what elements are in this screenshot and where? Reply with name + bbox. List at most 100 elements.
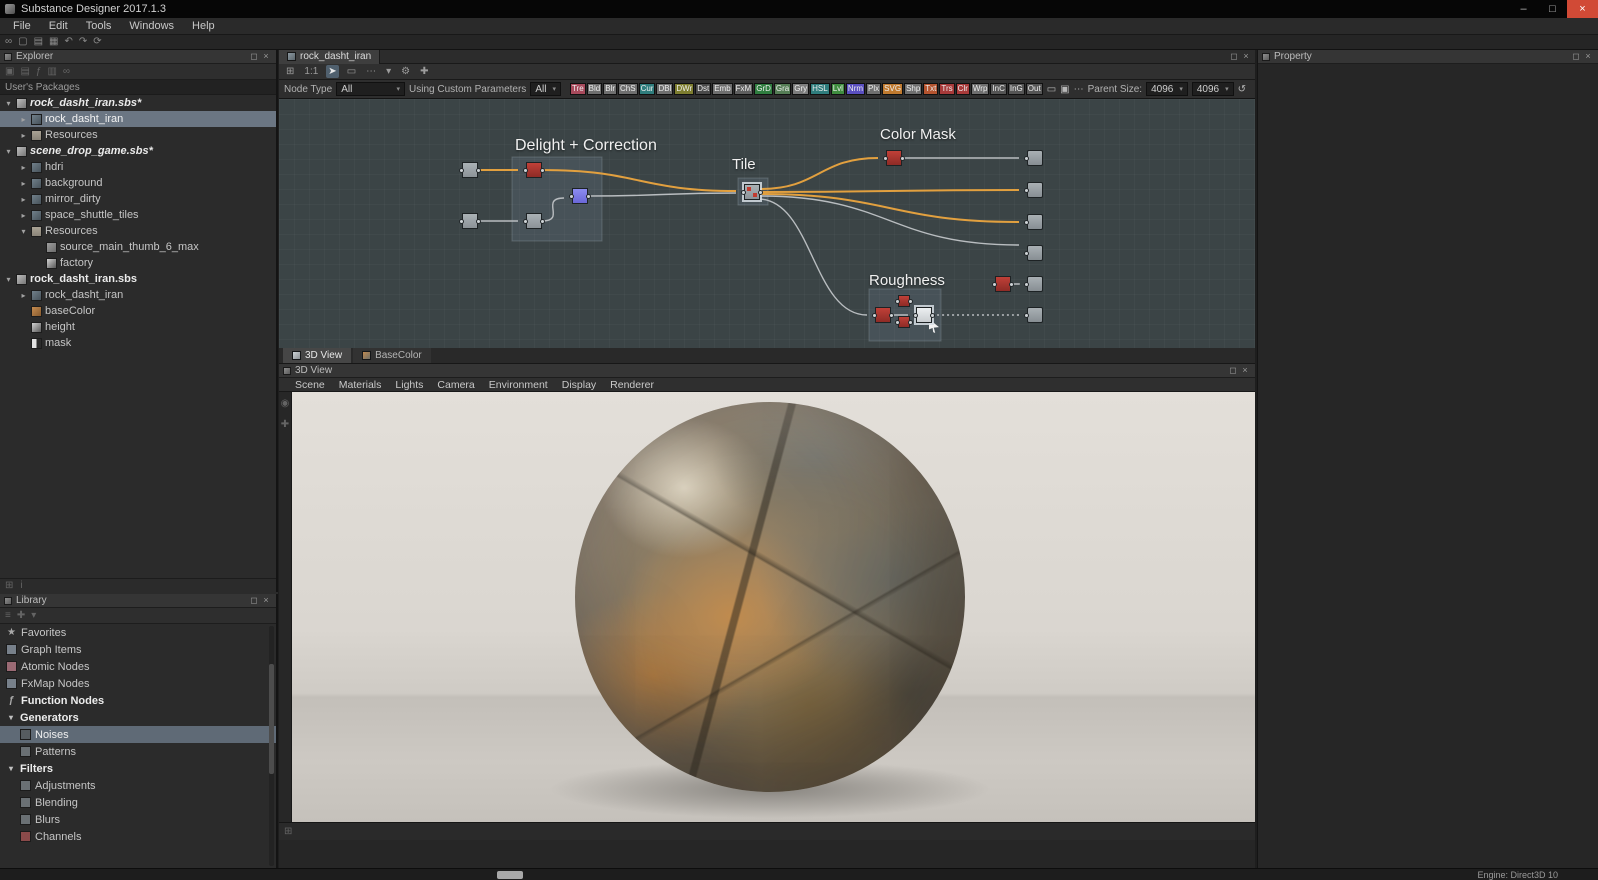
output-connector-dot[interactable]	[908, 320, 913, 325]
graph-node[interactable]	[1027, 276, 1043, 292]
expand-down-icon[interactable]: ▾	[6, 764, 16, 773]
open-icon[interactable]: ▤	[34, 35, 43, 49]
graph-node[interactable]	[572, 188, 588, 204]
expand-right-icon[interactable]: ▸	[19, 195, 28, 204]
library-item[interactable]: Adjustments	[0, 777, 276, 794]
view-menu-lights[interactable]: Lights	[388, 379, 430, 391]
link-icon[interactable]: ∞	[5, 35, 12, 49]
parent-size-select[interactable]: 4096	[1146, 82, 1188, 96]
node-type-chip[interactable]: Plx	[866, 83, 881, 95]
output-connector-dot[interactable]	[908, 299, 913, 304]
input-connector-dot[interactable]	[1024, 220, 1029, 225]
node-type-chip[interactable]: Nrm	[846, 83, 865, 95]
node-type-chip[interactable]: SVG	[882, 83, 903, 95]
expand-right-icon[interactable]: ▸	[19, 211, 28, 220]
view-menu-scene[interactable]: Scene	[288, 379, 332, 391]
node-type-chip[interactable]: Wrp	[971, 83, 990, 95]
node-type-chip[interactable]: GrD	[754, 83, 773, 95]
library-item[interactable]: ★Favorites	[0, 624, 276, 641]
output-connector-dot[interactable]	[540, 219, 545, 224]
graph-icon[interactable]: ▤	[20, 66, 29, 77]
view-icon[interactable]: ▾	[31, 610, 36, 621]
input-connector-dot[interactable]	[872, 313, 877, 318]
status-scroll-chip[interactable]	[497, 871, 523, 879]
output-connector-dot[interactable]	[1009, 282, 1014, 287]
library-item[interactable]: ƒFunction Nodes	[0, 692, 276, 709]
tree-item[interactable]: ▾rock_dasht_iran.sbs	[0, 271, 276, 287]
tree-item[interactable]: ▾Resources	[0, 223, 276, 239]
graph-node[interactable]	[1027, 182, 1043, 198]
new-icon[interactable]: ▢	[18, 35, 27, 49]
zoom-ratio-button[interactable]: 1:1	[302, 65, 320, 78]
add-icon[interactable]: ✚	[17, 610, 25, 621]
close-icon[interactable]: ×	[1240, 51, 1252, 62]
graph-node[interactable]	[462, 213, 478, 229]
input-connector-dot[interactable]	[741, 190, 746, 195]
link-icon[interactable]: ∞	[63, 66, 70, 77]
output-connector-dot[interactable]	[476, 168, 481, 173]
frame-icon[interactable]: ▭	[345, 65, 358, 78]
output-connector-dot[interactable]	[930, 313, 935, 318]
input-connector-dot[interactable]	[895, 320, 900, 325]
graph-node[interactable]	[995, 276, 1011, 292]
tree-item[interactable]: factory	[0, 255, 276, 271]
save-icon[interactable]: ▦	[49, 35, 58, 49]
library-item[interactable]: Blurs	[0, 811, 276, 828]
expand-down-icon[interactable]: ▾	[19, 227, 28, 236]
secondary-size-select[interactable]: 4096	[1192, 82, 1234, 96]
custom-params-select[interactable]: All	[530, 82, 561, 96]
view-menu-renderer[interactable]: Renderer	[603, 379, 661, 391]
library-item[interactable]: Patterns	[0, 743, 276, 760]
pan-icon[interactable]: ✚	[281, 419, 289, 430]
input-connector-dot[interactable]	[895, 299, 900, 304]
graph-node[interactable]	[1027, 307, 1043, 323]
node-type-chip[interactable]: DBl	[656, 83, 673, 95]
expand-right-icon[interactable]: ▸	[19, 163, 28, 172]
input-connector-dot[interactable]	[1024, 282, 1029, 287]
expand-right-icon[interactable]: ▸	[19, 131, 28, 140]
node-type-chip[interactable]: Dst	[695, 83, 711, 95]
library-item[interactable]: Channels	[0, 828, 276, 845]
node-type-chip[interactable]: Emb	[712, 83, 732, 95]
tree-item[interactable]: baseColor	[0, 303, 276, 319]
float-icon[interactable]: ◻	[1227, 365, 1239, 376]
output-connector-dot[interactable]	[758, 190, 763, 195]
close-icon[interactable]: ×	[260, 51, 272, 62]
input-connector-dot[interactable]	[523, 219, 528, 224]
viewport-3d[interactable]: ◉✚	[279, 392, 1255, 822]
view-menu-camera[interactable]: Camera	[430, 379, 481, 391]
graph-node[interactable]	[916, 307, 932, 323]
tab-rock-dasht-iran[interactable]: rock_dasht_iran	[279, 50, 380, 64]
node-type-chip[interactable]: InG	[1008, 83, 1025, 95]
down-icon[interactable]: ▾	[384, 65, 393, 78]
cross-icon[interactable]: ✚	[418, 65, 430, 78]
graph-node[interactable]	[1027, 214, 1043, 230]
node-type-chip[interactable]: Bld	[587, 83, 603, 95]
node-type-chip[interactable]: Lvl	[831, 83, 845, 95]
input-connector-dot[interactable]	[883, 156, 888, 161]
gear-icon[interactable]: ⚙	[399, 65, 412, 78]
graph-node[interactable]	[898, 295, 910, 307]
expand-down-icon[interactable]: ▾	[4, 147, 13, 156]
node-type-chip[interactable]: Blr	[603, 83, 617, 95]
expand-down-icon[interactable]: ▾	[6, 713, 16, 722]
undo-icon[interactable]: ↶	[65, 35, 73, 49]
node-type-chip[interactable]: Clr	[956, 83, 970, 95]
input-connector-dot[interactable]	[569, 194, 574, 199]
view-menu-materials[interactable]: Materials	[332, 379, 389, 391]
pointer-icon[interactable]: ➤	[326, 65, 338, 78]
input-connector-dot[interactable]	[1024, 251, 1029, 256]
tree-item[interactable]: ▸mirror_dirty	[0, 191, 276, 207]
tree-item[interactable]: mask	[0, 335, 276, 351]
graph-node[interactable]	[898, 316, 910, 328]
reset-size-icon[interactable]: ↺	[1238, 84, 1246, 95]
float-icon[interactable]: ◻	[1228, 51, 1240, 62]
node-type-chip[interactable]: DWr	[674, 83, 694, 95]
tree-item[interactable]: ▸Resources	[0, 127, 276, 143]
input-connector-dot[interactable]	[913, 313, 918, 318]
view-menu-environment[interactable]: Environment	[482, 379, 555, 391]
expand-down-icon[interactable]: ▾	[4, 275, 13, 284]
expand-right-icon[interactable]: ▸	[19, 179, 28, 188]
dots-icon[interactable]: ⋯	[1074, 84, 1084, 95]
menu-help[interactable]: Help	[183, 20, 224, 32]
